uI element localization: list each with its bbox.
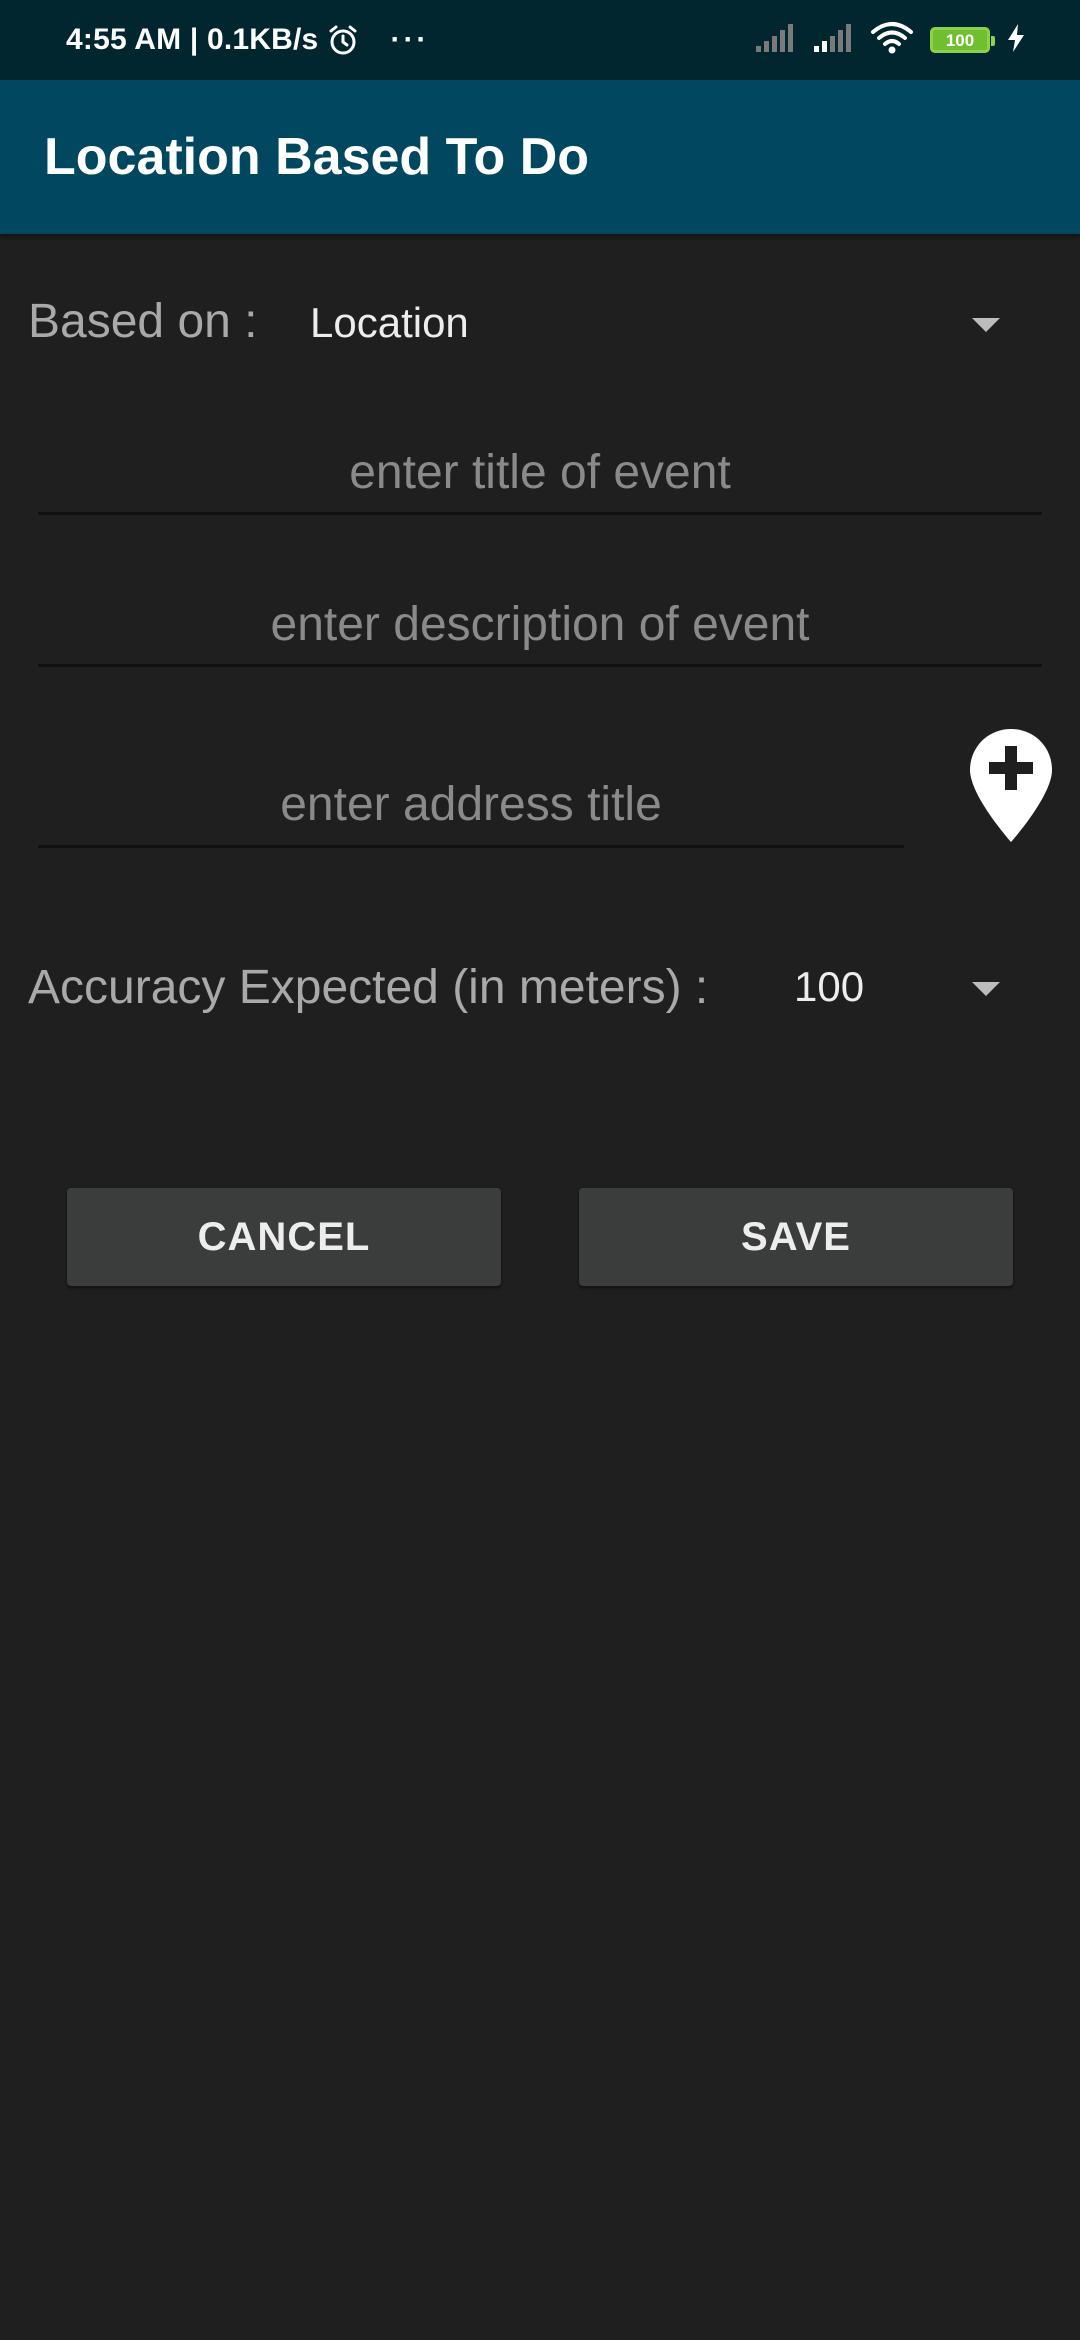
add-location-pin-icon xyxy=(970,729,1052,842)
chevron-down-icon xyxy=(972,318,1000,332)
event-description-input[interactable] xyxy=(38,584,1042,664)
alarm-icon xyxy=(326,23,360,57)
cancel-button[interactable]: CANCEL xyxy=(67,1188,501,1286)
page-title: Location Based To Do xyxy=(44,128,590,186)
wifi-icon xyxy=(870,21,914,60)
based-on-label: Based on : xyxy=(28,295,258,348)
based-on-value: Location xyxy=(310,299,469,346)
status-right: 100 xyxy=(754,0,1026,80)
status-bar: 4:55 AM | 0.1KB/s ··· 100 xyxy=(0,0,1080,80)
signal-icon xyxy=(754,22,796,59)
accuracy-label: Accuracy Expected (in meters) : xyxy=(28,961,709,1014)
charging-icon xyxy=(1006,23,1026,58)
status-time-speed: 4:55 AM | 0.1KB/s xyxy=(66,23,319,56)
event-title-field[interactable] xyxy=(38,432,1042,515)
save-button[interactable]: SAVE xyxy=(579,1188,1013,1286)
add-location-button[interactable] xyxy=(966,726,1056,846)
signal-icon xyxy=(812,22,854,59)
address-title-input[interactable] xyxy=(38,764,904,845)
app-bar: Location Based To Do xyxy=(0,80,1080,234)
battery-level: 100 xyxy=(945,30,975,50)
accuracy-spinner[interactable]: 100 xyxy=(770,944,1020,1034)
status-left: 4:55 AM | 0.1KB/s ··· xyxy=(66,0,429,80)
more-icon: ··· xyxy=(390,23,430,56)
chevron-down-icon xyxy=(972,982,1000,996)
battery-icon: 100 xyxy=(930,27,995,53)
accuracy-value: 100 xyxy=(794,963,865,1010)
event-title-input[interactable] xyxy=(38,432,1042,512)
address-title-field[interactable] xyxy=(38,764,904,848)
event-description-field[interactable] xyxy=(38,584,1042,667)
based-on-spinner[interactable]: Location xyxy=(290,280,1020,370)
